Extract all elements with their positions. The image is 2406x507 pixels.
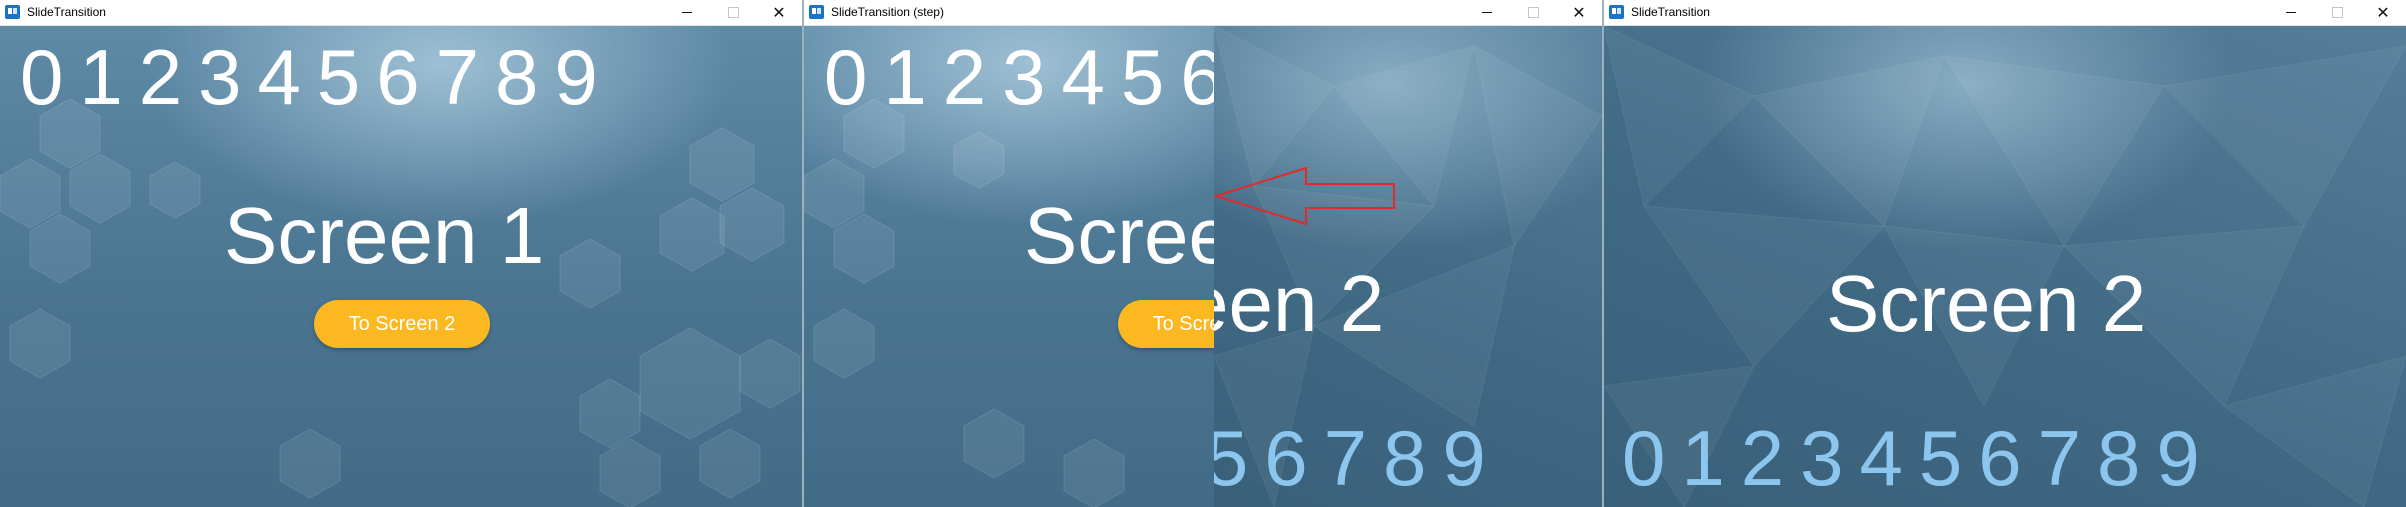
title-bar[interactable]: SlideTransition ✕: [1604, 0, 2406, 26]
digits-row-blue: 0123456789: [1214, 414, 1502, 502]
window-transition-step: SlideTransition (step) ✕ 0123456789 Scre…: [804, 0, 1602, 507]
screen-1-view: 0123456789 Screen 1 To Screen 2: [0, 26, 802, 507]
app-icon: [1609, 5, 1624, 19]
to-screen-2-button[interactable]: To Screen 2: [1118, 300, 1214, 348]
maximize-icon: [1527, 7, 1539, 18]
close-button[interactable]: ✕: [2360, 0, 2406, 25]
window-title: SlideTransition: [27, 5, 106, 19]
screen-title: Screen 1: [224, 191, 545, 280]
screen-2-view: Screen 2 0123456789: [1604, 26, 2406, 507]
app-icon: [5, 5, 20, 19]
minimize-button[interactable]: [1464, 0, 1510, 25]
digits-row-blue: 0123456789: [1622, 414, 2216, 502]
screen-title: Screen 1: [1024, 191, 1214, 280]
close-button[interactable]: ✕: [756, 0, 802, 25]
title-bar[interactable]: SlideTransition (step) ✕: [804, 0, 1602, 26]
maximize-button[interactable]: [1510, 0, 1556, 25]
window-screen-2: SlideTransition ✕ Screen 2 0123456789: [1604, 0, 2406, 507]
incoming-screen-2: Screen 2 0123456789: [1214, 26, 1602, 507]
minimize-button[interactable]: [664, 0, 710, 25]
to-screen-2-button[interactable]: To Screen 2: [314, 300, 490, 348]
digits-row: 0123456789: [20, 33, 614, 121]
window-screen-1: SlideTransition ✕ 0123456789 Screen 1 To…: [0, 0, 802, 507]
transition-view: 0123456789 Screen 1 To Screen 2 Screen 2…: [804, 26, 1602, 507]
maximize-button[interactable]: [2314, 0, 2360, 25]
maximize-button[interactable]: [710, 0, 756, 25]
left-arrow-icon: [1212, 166, 1395, 226]
app-icon: [809, 5, 824, 19]
incoming-screen-title: Screen 2: [1214, 259, 1385, 348]
maximize-icon: [727, 7, 739, 18]
minimize-icon: [1482, 12, 1492, 13]
minimize-icon: [2286, 12, 2296, 13]
outgoing-screen-1: 0123456789 Screen 1 To Screen 2: [804, 26, 1214, 507]
title-bar[interactable]: SlideTransition ✕: [0, 0, 802, 26]
window-title: SlideTransition: [1631, 5, 1710, 19]
minimize-icon: [682, 12, 692, 13]
minimize-button[interactable]: [2268, 0, 2314, 25]
digits-row: 0123456789: [824, 33, 1214, 121]
close-button[interactable]: ✕: [1556, 0, 1602, 25]
screen-title: Screen 2: [1826, 259, 2147, 348]
maximize-icon: [2331, 7, 2343, 18]
window-title: SlideTransition (step): [831, 5, 944, 19]
